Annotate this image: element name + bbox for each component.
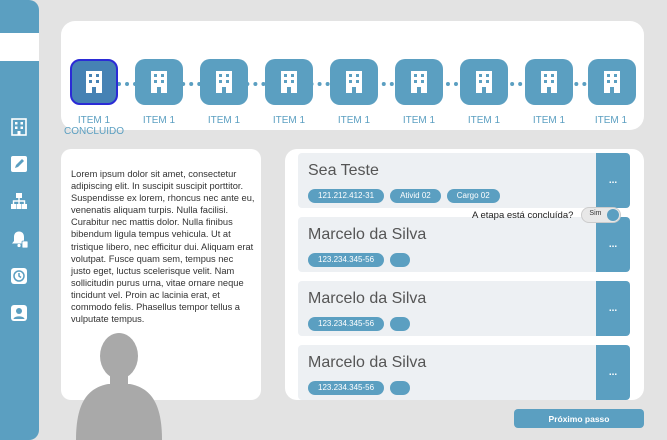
- cards-panel: Sea Teste 121.212.412-31 Ativid 02 Cargo…: [285, 149, 644, 400]
- toggle-label: Sim: [589, 210, 602, 217]
- building-icon: [476, 71, 492, 93]
- building-icon: [151, 71, 167, 93]
- step-7[interactable]: [460, 59, 508, 105]
- description-text: Lorem ipsum dolor sit amet, consectetur …: [71, 169, 255, 325]
- card-name: Marcelo da Silva: [308, 354, 427, 371]
- card-more-button[interactable]: ...: [596, 345, 630, 400]
- empty-chip: [390, 381, 411, 395]
- cpf-chip: 123.234.345-56: [308, 317, 385, 331]
- next-step-button[interactable]: Próximo passo: [514, 409, 644, 428]
- completion-toggle[interactable]: Sim: [581, 207, 622, 223]
- step-1[interactable]: [70, 59, 118, 105]
- building-icon[interactable]: [9, 117, 29, 137]
- empty-chip: [390, 253, 411, 267]
- building-icon: [216, 71, 232, 93]
- role-chip: Cargo 02: [446, 189, 500, 203]
- history-icon[interactable]: [9, 266, 29, 286]
- completion-question: A etapa está concluída?: [472, 209, 574, 221]
- building-icon: [411, 71, 427, 93]
- person-card[interactable]: Marcelo da Silva 123.234.345-56 ...: [298, 281, 630, 336]
- card-more-button[interactable]: ...: [596, 153, 630, 208]
- person-silhouette: [76, 333, 162, 440]
- step-3[interactable]: [200, 59, 248, 105]
- card-chips: 123.234.345-56: [308, 381, 411, 395]
- step-4[interactable]: [265, 59, 313, 105]
- building-icon: [281, 71, 297, 93]
- user-icon[interactable]: [9, 303, 29, 323]
- steps-panel: ITEM 1 CONCLUIDO ITEM 1 ITEM 1 ITEM 1 IT…: [61, 21, 644, 137]
- step-5[interactable]: [330, 59, 378, 105]
- cpf-chip: 123.234.345-56: [308, 381, 385, 395]
- step-2[interactable]: [135, 59, 183, 105]
- card-name: Marcelo da Silva: [308, 290, 427, 307]
- step-label: ITEM 1: [594, 115, 628, 126]
- building-icon: [346, 71, 362, 93]
- card-chips: 123.234.345-56: [308, 253, 411, 267]
- card-name: Sea Teste: [308, 162, 379, 179]
- card-name: Marcelo da Silva: [308, 226, 427, 243]
- bell-icon[interactable]: [9, 229, 29, 249]
- building-icon: [86, 71, 102, 93]
- cpf-chip: 121.212.412-31: [308, 189, 385, 203]
- building-icon: [541, 71, 557, 93]
- empty-chip: [390, 317, 411, 331]
- card-chips: 121.212.412-31 Ativid 02 Cargo 02: [308, 189, 500, 203]
- step-8[interactable]: [525, 59, 573, 105]
- card-chips: 123.234.345-56: [308, 317, 411, 331]
- person-card[interactable]: Sea Teste 121.212.412-31 Ativid 02 Cargo…: [298, 153, 630, 208]
- activity-chip: Ativid 02: [390, 189, 441, 203]
- step-9[interactable]: [588, 59, 636, 105]
- cpf-chip: 123.234.345-56: [308, 253, 385, 267]
- org-chart-icon[interactable]: [9, 191, 29, 211]
- toggle-knob: [607, 209, 620, 221]
- edit-icon[interactable]: [9, 154, 29, 174]
- person-card[interactable]: Marcelo da Silva 123.234.345-56 ...: [298, 217, 630, 272]
- sidebar: [0, 0, 39, 440]
- card-more-button[interactable]: ...: [596, 281, 630, 336]
- step-6[interactable]: [395, 59, 443, 105]
- completion-toggle-row: A etapa está concluída? Sim: [472, 207, 622, 223]
- person-card[interactable]: Marcelo da Silva 123.234.345-56 ...: [298, 345, 630, 400]
- building-icon: [604, 71, 620, 93]
- sidebar-highlight-bar: [0, 33, 39, 61]
- card-more-button[interactable]: ...: [596, 217, 630, 272]
